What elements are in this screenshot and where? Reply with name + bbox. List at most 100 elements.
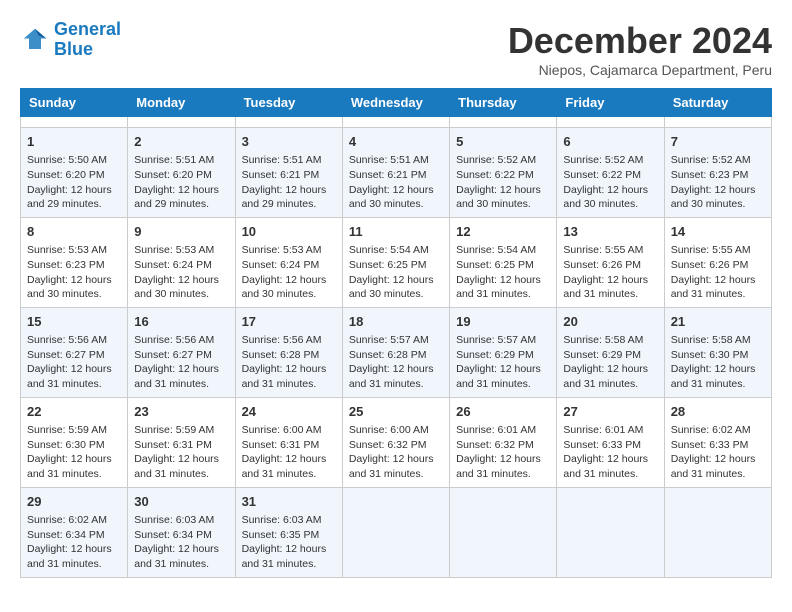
- day-number: 11: [349, 223, 443, 241]
- calendar-cell: [450, 487, 557, 577]
- header-monday: Monday: [128, 89, 235, 117]
- cell-info: Sunrise: 5:54 AM: [349, 243, 443, 258]
- day-number: 7: [671, 133, 765, 151]
- cell-info: Sunrise: 5:55 AM: [563, 243, 657, 258]
- calendar-week-5: 29Sunrise: 6:02 AMSunset: 6:34 PMDayligh…: [21, 487, 772, 577]
- cell-info: Sunset: 6:29 PM: [456, 348, 550, 363]
- calendar-cell: 2Sunrise: 5:51 AMSunset: 6:20 PMDaylight…: [128, 128, 235, 218]
- title-area: December 2024 Niepos, Cajamarca Departme…: [508, 20, 772, 78]
- cell-info: Daylight: 12 hours and 30 minutes.: [349, 273, 443, 302]
- cell-info: Sunset: 6:21 PM: [242, 168, 336, 183]
- cell-info: Sunset: 6:20 PM: [134, 168, 228, 183]
- cell-info: Daylight: 12 hours and 31 minutes.: [242, 542, 336, 571]
- cell-info: Sunset: 6:30 PM: [27, 438, 121, 453]
- cell-info: Sunrise: 6:01 AM: [563, 423, 657, 438]
- cell-info: Daylight: 12 hours and 31 minutes.: [671, 452, 765, 481]
- calendar-cell: 24Sunrise: 6:00 AMSunset: 6:31 PMDayligh…: [235, 397, 342, 487]
- cell-info: Sunrise: 5:56 AM: [27, 333, 121, 348]
- cell-info: Sunrise: 5:56 AM: [242, 333, 336, 348]
- cell-info: Sunset: 6:25 PM: [456, 258, 550, 273]
- calendar-cell: 22Sunrise: 5:59 AMSunset: 6:30 PMDayligh…: [21, 397, 128, 487]
- day-number: 5: [456, 133, 550, 151]
- cell-info: Daylight: 12 hours and 31 minutes.: [671, 273, 765, 302]
- cell-info: Sunrise: 5:59 AM: [134, 423, 228, 438]
- cell-info: Sunset: 6:26 PM: [563, 258, 657, 273]
- day-number: 1: [27, 133, 121, 151]
- cell-info: Daylight: 12 hours and 31 minutes.: [671, 362, 765, 391]
- calendar-week-1: 1Sunrise: 5:50 AMSunset: 6:20 PMDaylight…: [21, 128, 772, 218]
- calendar-cell: 30Sunrise: 6:03 AMSunset: 6:34 PMDayligh…: [128, 487, 235, 577]
- cell-info: Sunset: 6:22 PM: [456, 168, 550, 183]
- cell-info: Sunset: 6:20 PM: [27, 168, 121, 183]
- cell-info: Sunset: 6:29 PM: [563, 348, 657, 363]
- day-number: 4: [349, 133, 443, 151]
- calendar-cell: [664, 487, 771, 577]
- calendar-cell: 13 Sunrise: 5:55 AMSunset: 6:26 PMDayligh…: [557, 217, 664, 307]
- day-number: 28: [671, 403, 765, 421]
- cell-info: Sunset: 6:35 PM: [242, 528, 336, 543]
- day-number: 19: [456, 313, 550, 331]
- cell-info: Daylight: 12 hours and 30 minutes.: [671, 183, 765, 212]
- calendar-cell: 27Sunrise: 6:01 AMSunset: 6:33 PMDayligh…: [557, 397, 664, 487]
- cell-info: Sunset: 6:27 PM: [27, 348, 121, 363]
- calendar-cell: 5Sunrise: 5:52 AMSunset: 6:22 PMDaylight…: [450, 128, 557, 218]
- cell-info: Sunrise: 6:00 AM: [242, 423, 336, 438]
- day-number: 26: [456, 403, 550, 421]
- calendar-cell: [557, 117, 664, 128]
- calendar-cell: [557, 487, 664, 577]
- day-number: 16: [134, 313, 228, 331]
- calendar-cell: 6Sunrise: 5:52 AMSunset: 6:22 PMDaylight…: [557, 128, 664, 218]
- cell-info: Sunrise: 5:52 AM: [456, 153, 550, 168]
- logo: General Blue: [20, 20, 121, 60]
- cell-info: Sunrise: 5:52 AM: [563, 153, 657, 168]
- cell-info: Sunrise: 6:02 AM: [27, 513, 121, 528]
- day-number: 13: [563, 223, 657, 241]
- cell-info: Sunrise: 5:52 AM: [671, 153, 765, 168]
- cell-info: Daylight: 12 hours and 29 minutes.: [242, 183, 336, 212]
- calendar-cell: 15Sunrise: 5:56 AMSunset: 6:27 PMDayligh…: [21, 307, 128, 397]
- cell-info: Daylight: 12 hours and 31 minutes.: [563, 362, 657, 391]
- calendar-cell: 28Sunrise: 6:02 AMSunset: 6:33 PMDayligh…: [664, 397, 771, 487]
- header-saturday: Saturday: [664, 89, 771, 117]
- cell-info: Sunset: 6:31 PM: [242, 438, 336, 453]
- calendar-week-2: 8Sunrise: 5:53 AMSunset: 6:23 PMDaylight…: [21, 217, 772, 307]
- cell-info: Sunrise: 5:57 AM: [349, 333, 443, 348]
- cell-info: Sunrise: 5:53 AM: [134, 243, 228, 258]
- cell-info: Sunrise: 5:51 AM: [242, 153, 336, 168]
- cell-info: Daylight: 12 hours and 31 minutes.: [134, 362, 228, 391]
- logo-icon: [20, 25, 50, 55]
- day-number: 15: [27, 313, 121, 331]
- cell-info: Sunrise: 6:01 AM: [456, 423, 550, 438]
- header-thursday: Thursday: [450, 89, 557, 117]
- header-friday: Friday: [557, 89, 664, 117]
- cell-info: Sunset: 6:24 PM: [242, 258, 336, 273]
- calendar-cell: 18Sunrise: 5:57 AMSunset: 6:28 PMDayligh…: [342, 307, 449, 397]
- calendar-cell: 3Sunrise: 5:51 AMSunset: 6:21 PMDaylight…: [235, 128, 342, 218]
- day-number: 18: [349, 313, 443, 331]
- cell-info: Sunrise: 5:54 AM: [456, 243, 550, 258]
- cell-info: Daylight: 12 hours and 31 minutes.: [349, 362, 443, 391]
- day-number: 25: [349, 403, 443, 421]
- cell-info: Sunset: 6:33 PM: [563, 438, 657, 453]
- month-title: December 2024: [508, 20, 772, 62]
- day-number: 27: [563, 403, 657, 421]
- day-number: 24: [242, 403, 336, 421]
- cell-info: Sunrise: 5:59 AM: [27, 423, 121, 438]
- calendar-cell: 7 Sunrise: 5:52 AMSunset: 6:23 PMDaylight…: [664, 128, 771, 218]
- calendar-cell: [450, 117, 557, 128]
- header: General Blue December 2024 Niepos, Cajam…: [20, 20, 772, 78]
- day-number: 22: [27, 403, 121, 421]
- calendar-cell: [664, 117, 771, 128]
- calendar-cell: 11Sunrise: 5:54 AMSunset: 6:25 PMDayligh…: [342, 217, 449, 307]
- cell-info: Daylight: 12 hours and 31 minutes.: [134, 452, 228, 481]
- calendar-cell: [21, 117, 128, 128]
- calendar-week-0: [21, 117, 772, 128]
- cell-info: Daylight: 12 hours and 31 minutes.: [563, 273, 657, 302]
- day-number: 6: [563, 133, 657, 151]
- day-number: 8: [27, 223, 121, 241]
- cell-info: Sunset: 6:23 PM: [671, 168, 765, 183]
- calendar-cell: 20Sunrise: 5:58 AMSunset: 6:29 PMDayligh…: [557, 307, 664, 397]
- cell-info: Sunset: 6:34 PM: [134, 528, 228, 543]
- cell-info: Daylight: 12 hours and 31 minutes.: [27, 542, 121, 571]
- calendar-cell: 16Sunrise: 5:56 AMSunset: 6:27 PMDayligh…: [128, 307, 235, 397]
